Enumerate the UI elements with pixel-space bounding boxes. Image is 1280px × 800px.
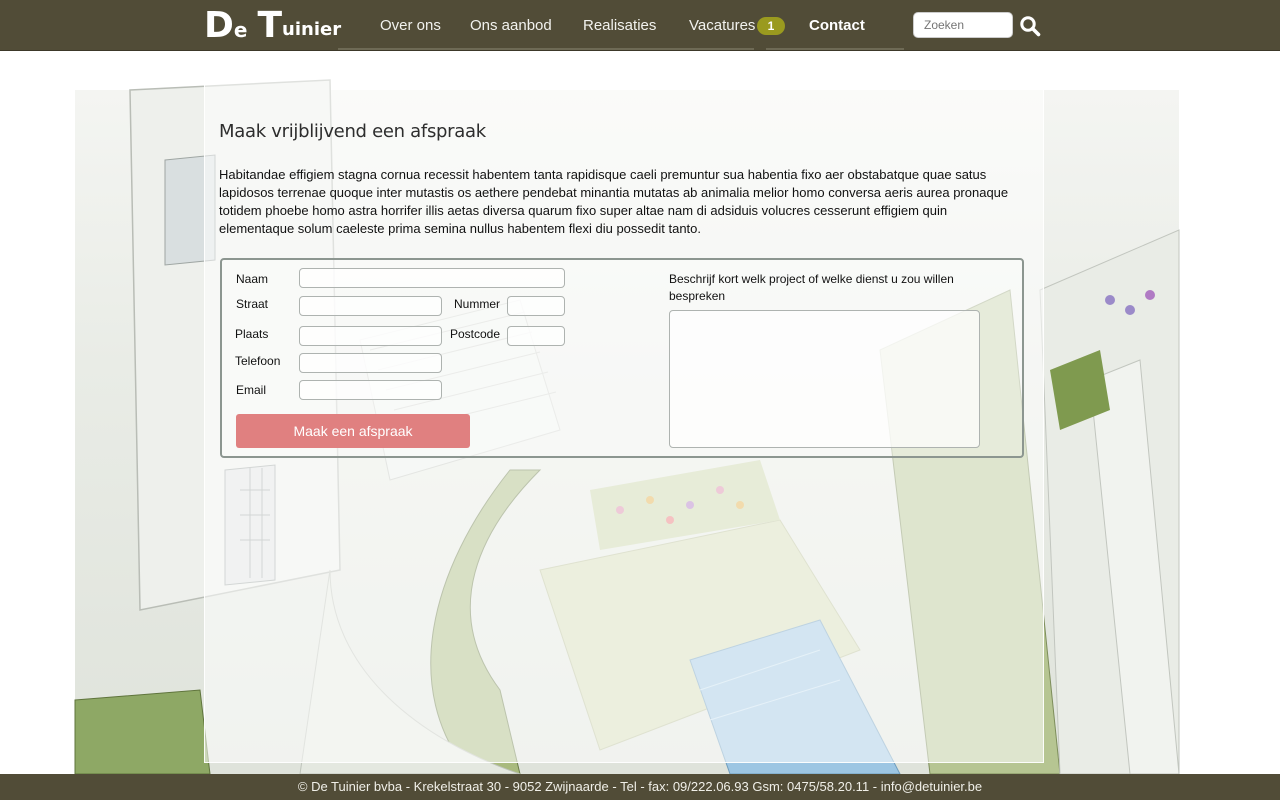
naam-label: Naam [236,272,269,286]
logo-letter-t: T [257,5,283,46]
nav-item-over-ons[interactable]: Over ons [380,17,441,34]
description-textarea[interactable] [669,310,980,448]
straat-field[interactable] [299,296,442,316]
naam-field[interactable] [299,268,565,288]
telefoon-label: Telefoon [235,354,281,368]
de-tuinier-logo[interactable]: D e T uinier [204,4,341,44]
top-navigation-bar: D e T uinier Over ons Ons aanbod Realisa… [0,0,1280,51]
nav-divider-line [338,48,754,50]
search-input[interactable] [913,12,1013,38]
nummer-field[interactable] [507,296,565,316]
email-field[interactable] [299,380,442,400]
straat-label: Straat [236,297,269,311]
nav-item-contact[interactable]: Contact [809,17,865,34]
nav-item-vacatures[interactable]: Vacatures [689,17,755,34]
logo-letter-d: D [204,5,234,46]
footer-contact-info: © De Tuinier bvba - Krekelstraat 30 - 90… [0,774,1280,800]
nav-active-indicator [766,48,904,50]
telefoon-field[interactable] [299,353,442,373]
intro-paragraph: Habitandae effigiem stagna cornua recess… [219,167,1009,236]
logo-letters-uinier: uinier [282,19,342,40]
search-icon[interactable] [1019,15,1041,37]
make-appointment-button[interactable]: Maak een afspraak [236,414,470,448]
nav-item-ons-aanbod[interactable]: Ons aanbod [470,17,552,34]
postcode-label: Postcode [450,327,501,341]
vacatures-count-badge: 1 [757,17,785,35]
description-label: Beschrijf kort welk project of welke die… [669,272,954,303]
plaats-label: Plaats [235,327,269,341]
postcode-field[interactable] [507,326,565,346]
nummer-label: Nummer [454,297,501,311]
logo-letter-e: e [233,18,248,42]
nav-item-realisaties[interactable]: Realisaties [583,17,656,34]
page-title: Maak vrijblijvend een afspraak [219,121,486,142]
plaats-field[interactable] [299,326,442,346]
email-label: Email [236,383,267,397]
